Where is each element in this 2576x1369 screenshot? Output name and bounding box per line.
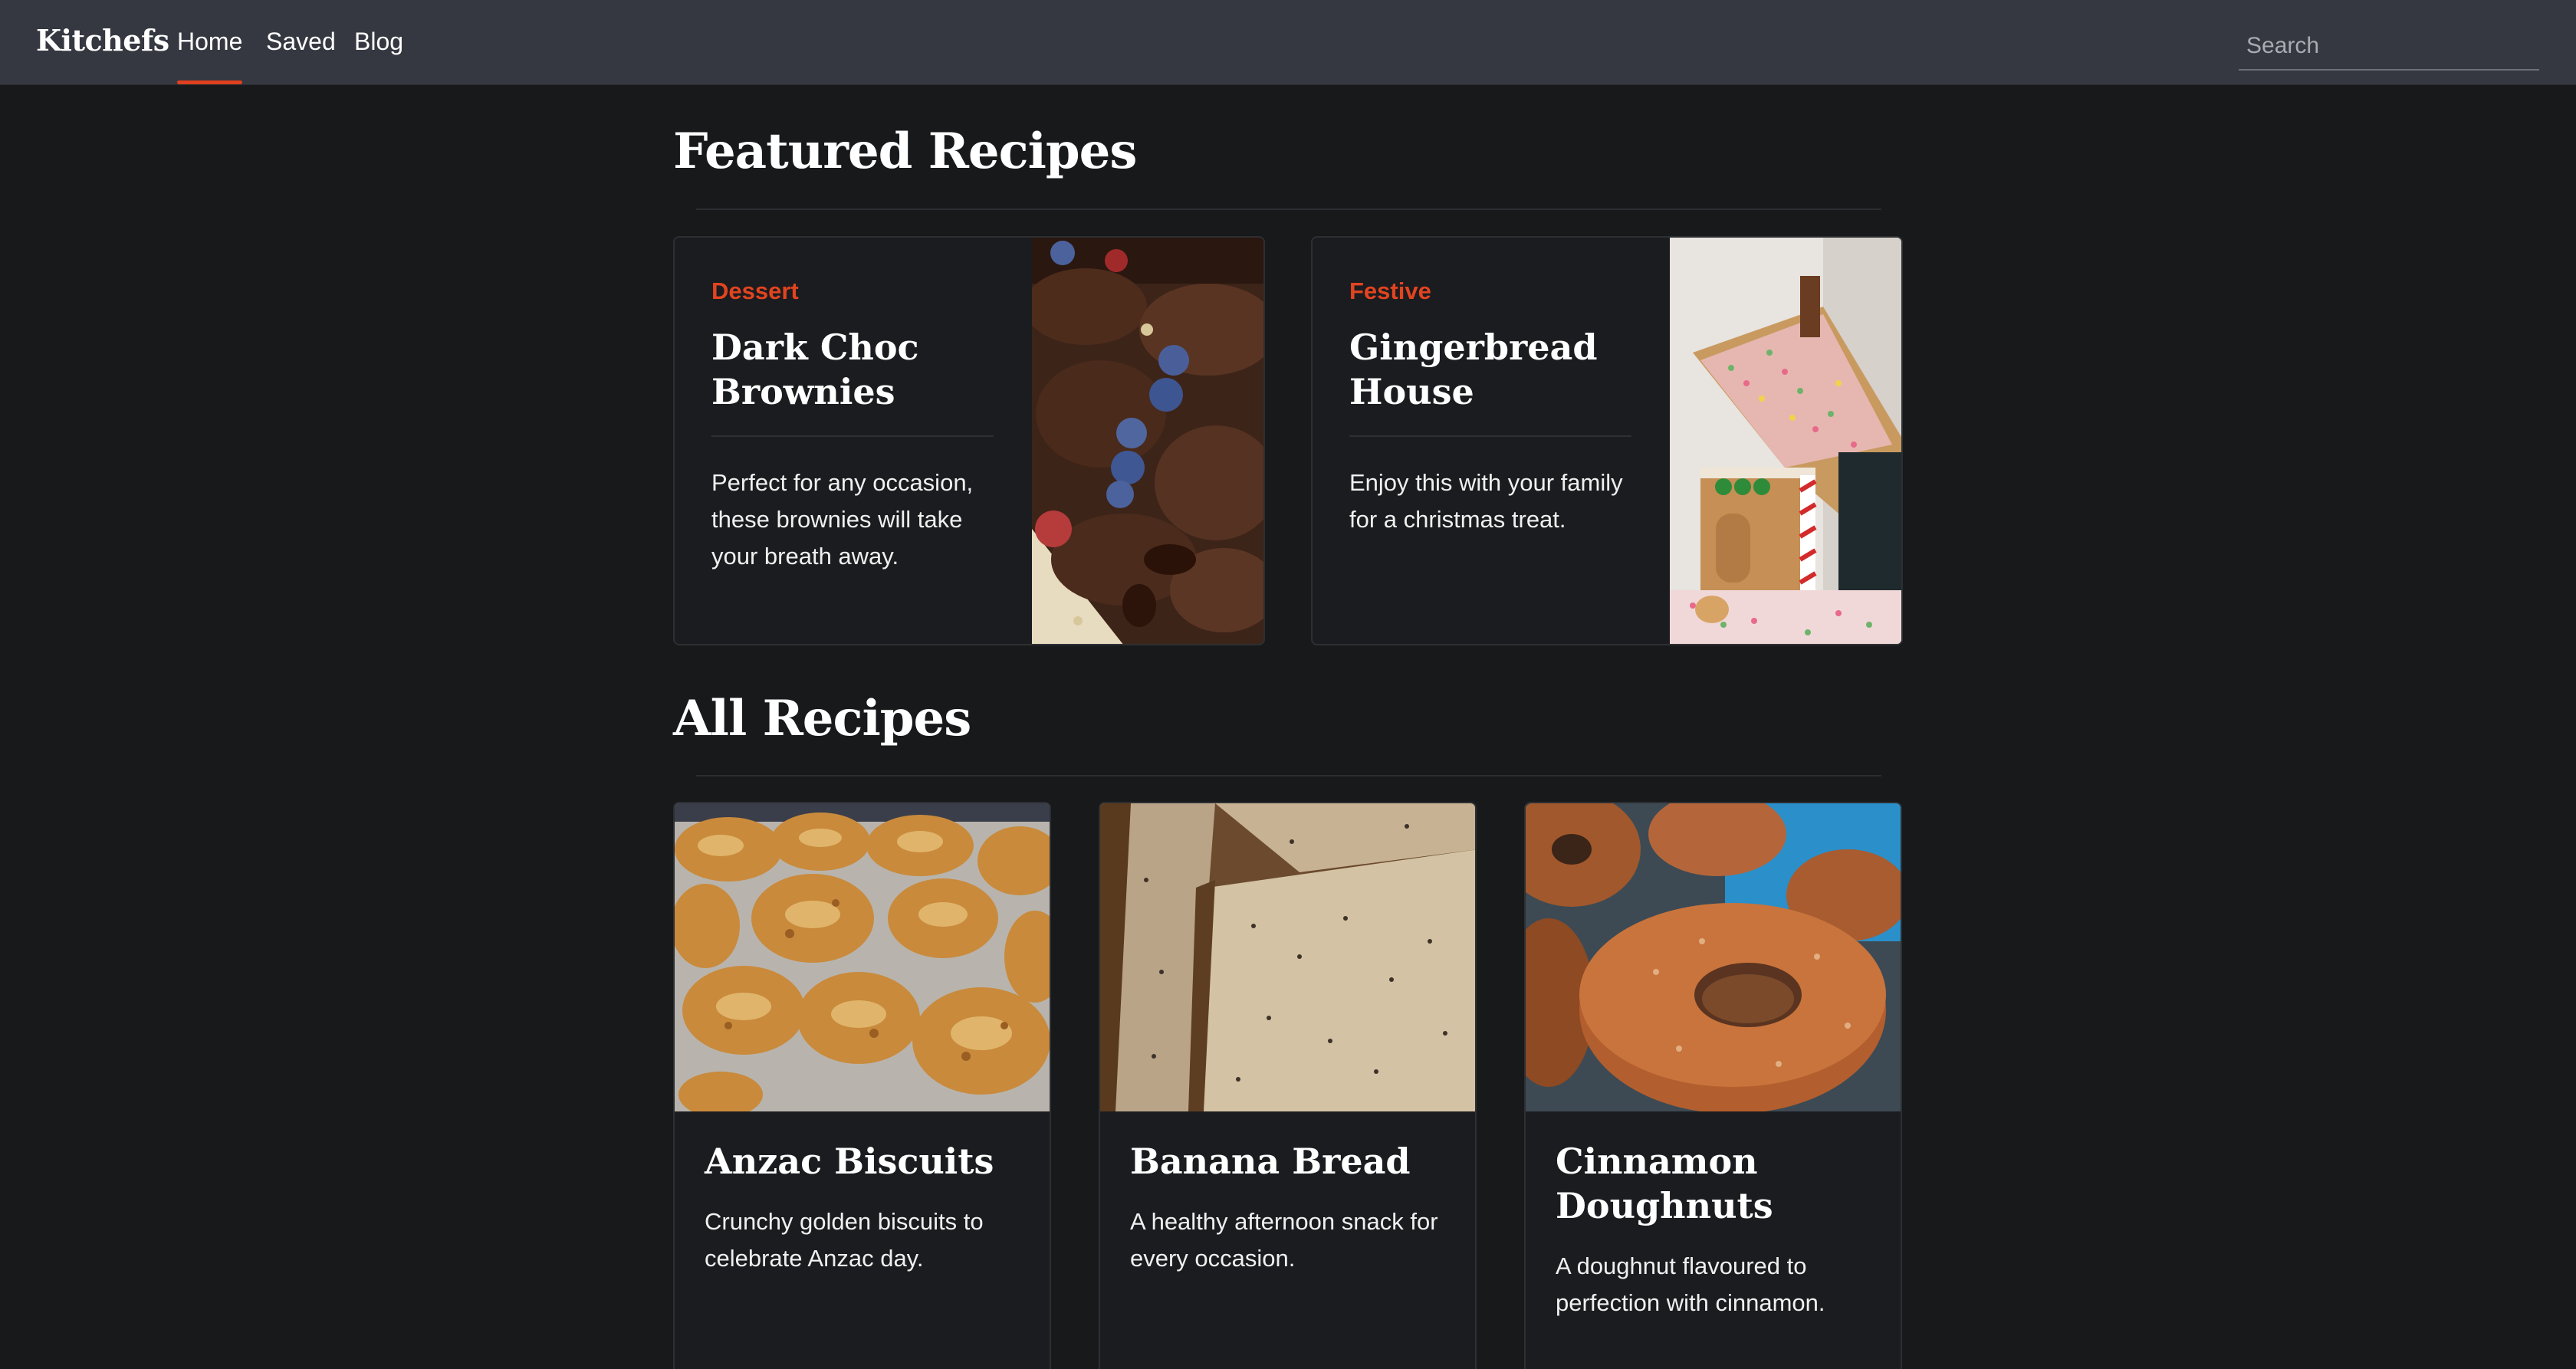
card-description: Enjoy this with your family for a christ… bbox=[1349, 469, 1623, 533]
card-title[interactable]: Banana Bread bbox=[1130, 1139, 1452, 1184]
card-description: Crunchy golden biscuits to celebrate Anz… bbox=[705, 1208, 984, 1272]
brand-logo[interactable]: Kitchefs bbox=[36, 23, 169, 57]
card-category: Festive bbox=[1349, 277, 1431, 304]
nav-link-home[interactable]: Home bbox=[177, 28, 242, 56]
recipe-card-anzac-biscuits[interactable]: Anzac Biscuits Crunchy golden biscuits t… bbox=[673, 802, 1051, 1369]
search-input[interactable] bbox=[2239, 23, 2539, 71]
brownies-photo bbox=[1032, 238, 1263, 644]
card-category: Dessert bbox=[711, 277, 799, 304]
featured-heading: Featured Recipes bbox=[673, 123, 1137, 180]
card-description: Perfect for any occasion, these brownies… bbox=[711, 469, 974, 570]
card-divider bbox=[1349, 435, 1631, 437]
anzac-biscuits-photo bbox=[675, 803, 1050, 1111]
featured-card-brownies[interactable]: Dessert Dark Choc Brownies Perfect for a… bbox=[673, 236, 1265, 645]
top-navbar: Kitchefs Home Saved Blog bbox=[0, 0, 2576, 85]
featured-card-gingerbread[interactable]: Festive Gingerbread House Enjoy this wit… bbox=[1311, 236, 1903, 645]
card-title[interactable]: Dark Choc Brownies bbox=[711, 325, 1018, 414]
card-title[interactable]: Gingerbread House bbox=[1349, 325, 1656, 414]
card-title[interactable]: Anzac Biscuits bbox=[705, 1139, 1027, 1184]
card-divider bbox=[711, 435, 994, 437]
card-description: A doughnut flavoured to perfection with … bbox=[1556, 1252, 1825, 1316]
active-nav-indicator bbox=[177, 80, 242, 84]
featured-divider bbox=[696, 208, 1881, 210]
card-title[interactable]: Cinnamon Doughnuts bbox=[1556, 1139, 1878, 1228]
recipe-card-cinnamon-doughnuts[interactable]: Cinnamon Doughnuts A doughnut flavoured … bbox=[1524, 802, 1902, 1369]
recipe-card-banana-bread[interactable]: Banana Bread A healthy afternoon snack f… bbox=[1099, 802, 1477, 1369]
gingerbread-house-photo bbox=[1670, 238, 1901, 644]
card-description: A healthy afternoon snack for every occa… bbox=[1130, 1208, 1438, 1272]
cinnamon-doughnuts-photo bbox=[1526, 803, 1901, 1111]
all-recipes-heading: All Recipes bbox=[673, 690, 971, 747]
banana-bread-photo bbox=[1100, 803, 1475, 1111]
nav-link-saved[interactable]: Saved bbox=[266, 28, 336, 56]
nav-link-blog[interactable]: Blog bbox=[354, 28, 403, 56]
all-recipes-divider bbox=[696, 775, 1881, 776]
